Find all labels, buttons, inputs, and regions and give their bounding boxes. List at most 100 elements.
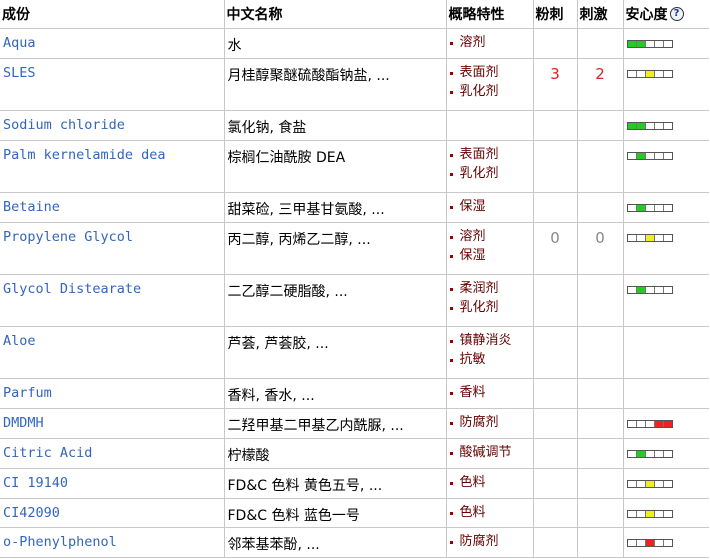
chinese-name-cell: 甜菜硷, 三甲基甘氨酸, ... [224,192,447,223]
ingredient-cell: CI42090 [0,498,225,528]
safety-meter-segment [654,153,664,159]
header-acne: 粉刺 [533,0,578,29]
irritation-value [577,438,624,469]
safety-meter-segment [645,123,655,129]
safety-meter-segment [663,71,672,77]
ingredient-link[interactable]: Citric Acid [3,445,92,461]
ingredient-link[interactable]: Parfum [3,385,52,401]
safety-meter-segment [654,511,664,517]
chinese-name-cell: 香料, 香水, ... [224,378,447,409]
ingredient-cell: Propylene Glycol [0,222,225,275]
safety-meter-segment [627,205,637,211]
ingredient-link[interactable]: CI 19140 [3,475,68,491]
chinese-name-cell: 水 [224,28,447,59]
safety-cell [623,438,709,469]
function-item[interactable]: 保湿 [449,245,530,267]
safety-meter-segment [645,451,655,457]
acne-value [533,110,578,141]
safety-meter-segment [627,421,637,427]
irritation-value [577,378,624,409]
safety-meter-segment [645,511,655,517]
table-row: Palm kernelamide dea 棕榈仁油酰胺 DEA 表面剂 乳化剂 [0,140,709,193]
safety-cell [623,28,709,59]
ingredient-cell: Citric Acid [0,438,225,469]
safety-meter-segment [636,421,646,427]
irritation-value [577,527,624,558]
irritation-value [577,408,624,439]
table-row: Aloe 芦荟, 芦荟胶, ... 镇静消炎 抗敏 [0,326,709,379]
safety-cell [623,527,709,558]
safety-meter-segment [636,205,646,211]
acne-value [533,438,578,469]
safety-meter-segment [645,481,655,487]
ingredient-link[interactable]: SLES [3,65,36,81]
safety-meter-segment [636,153,646,159]
function-cell: 防腐剂 [446,408,534,439]
safety-meter-segment [645,71,655,77]
ingredient-link[interactable]: CI42090 [3,505,60,521]
safety-meter-segment [663,41,672,47]
safety-meter-segment [627,153,637,159]
irritation-value [577,110,624,141]
ingredient-link[interactable]: Aloe [3,333,36,349]
function-item[interactable]: 色料 [449,502,530,524]
safety-meter-segment [645,540,655,546]
function-item[interactable]: 防腐剂 [449,531,530,553]
table-row: Propylene Glycol 丙二醇, 丙烯乙二醇, ... 溶剂 保湿 0 0 [0,222,709,275]
safety-meter [626,234,673,242]
function-cell: 色料 [446,468,534,499]
function-item[interactable]: 保湿 [449,196,530,218]
function-item[interactable]: 色料 [449,472,530,494]
safety-cell [623,408,709,439]
safety-meter [626,40,673,48]
ingredient-link[interactable]: DMDMH [3,415,44,431]
function-item[interactable]: 抗敏 [449,349,530,371]
help-icon[interactable]: ? [669,7,684,21]
safety-meter-segment [636,123,646,129]
safety-meter [626,420,673,428]
table-row: Parfum 香料, 香水, ... 香料 [0,378,709,409]
ingredient-link[interactable]: Aqua [3,35,36,51]
function-item[interactable]: 乳化剂 [449,297,530,319]
safety-cell [623,192,709,223]
ingredient-cell: Aqua [0,28,225,59]
function-item[interactable]: 香料 [449,382,530,404]
table-row: o-Phenylphenol 邻苯基苯酚, ... 防腐剂 [0,527,709,558]
ingredient-link[interactable]: Palm kernelamide dea [3,147,166,163]
function-cell [446,110,534,141]
safety-meter [626,122,673,130]
chinese-name: 芦荟, 芦荟胶, ... [227,336,329,352]
safety-meter-segment [654,41,664,47]
acne-value [533,498,578,528]
ingredient-link[interactable]: Betaine [3,199,60,215]
function-item[interactable]: 乳化剂 [449,163,530,185]
function-cell: 酸碱调节 [446,438,534,469]
function-item[interactable]: 防腐剂 [449,412,530,434]
ingredient-cell: DMDMH [0,408,225,439]
chinese-name-cell: FD&C 色料 黄色五号, ... [224,468,447,499]
function-item[interactable]: 溶剂 [449,32,530,54]
function-item[interactable]: 酸碱调节 [449,442,530,464]
safety-meter-segment [645,235,655,241]
irritation-value [577,498,624,528]
safety-meter-segment [627,235,637,241]
safety-meter-segment [654,235,664,241]
chinese-name-cell: 邻苯基苯酚, ... [224,527,447,558]
ingredient-cell: o-Phenylphenol [0,527,225,558]
safety-cell [623,378,709,409]
safety-meter-segment [654,451,664,457]
acne-value [533,527,578,558]
function-cell: 柔润剂 乳化剂 [446,274,534,327]
ingredient-link[interactable]: o-Phenylphenol [3,534,117,550]
ingredient-link[interactable]: Sodium chloride [3,117,125,133]
ingredient-link[interactable]: Propylene Glycol [3,229,133,245]
function-item[interactable]: 乳化剂 [449,81,530,103]
ingredients-table: 成份 中文名称 概略特性 粉刺 刺激 安心度? Aqua 水 溶剂 SLES 月桂醇聚醚… [0,0,709,558]
safety-cell [623,326,709,379]
irritation-value [577,140,624,193]
function-list: 柔润剂 乳化剂 [449,278,530,319]
function-list: 香料 [449,382,530,404]
safety-meter-segment [636,287,646,293]
ingredient-link[interactable]: Glycol Distearate [3,281,141,297]
chinese-name: 棕榈仁油酰胺 DEA [227,150,346,166]
